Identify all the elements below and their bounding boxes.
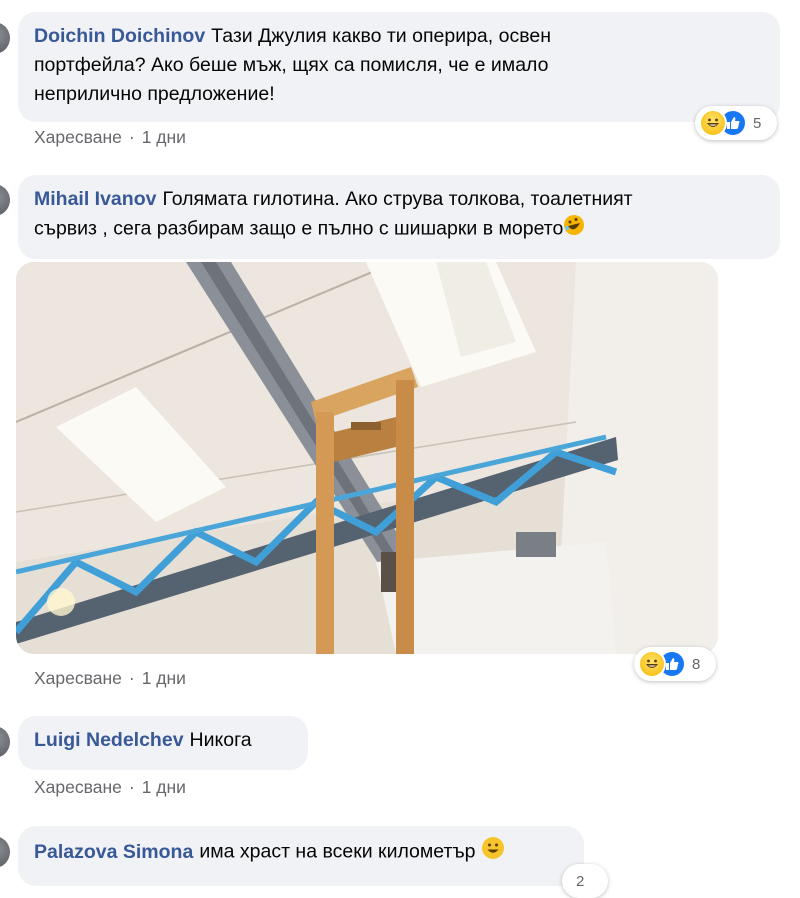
separator: · bbox=[128, 127, 135, 147]
avatar[interactable] bbox=[0, 184, 10, 216]
separator: · bbox=[128, 668, 135, 688]
comment-actions: Харесване · 1 дни bbox=[34, 777, 186, 798]
avatar[interactable] bbox=[0, 726, 10, 758]
comment-text: портфейла? Ако беше мъж, щях са помисля,… bbox=[34, 54, 549, 76]
reaction-summary[interactable]: 8 bbox=[634, 647, 716, 681]
comment-author[interactable]: Doichin Doichinov bbox=[34, 25, 205, 47]
separator: · bbox=[128, 777, 135, 797]
comment-actions: Харесване · 1 дни bbox=[34, 127, 186, 148]
comment-author[interactable]: Mihail Ivanov bbox=[34, 188, 156, 210]
reaction-count: 2 bbox=[576, 872, 585, 890]
reaction-summary[interactable]: 5 bbox=[695, 106, 777, 140]
comment-author[interactable]: Palazova Simona bbox=[34, 841, 193, 863]
comment-text: Голямата гилотина. Ако струва толкова, т… bbox=[162, 188, 633, 210]
comment-text: сървиз , сега разбирам защо е пълно с ши… bbox=[34, 217, 564, 240]
haha-icon bbox=[699, 109, 727, 137]
comment-text: има храст на всеки километър bbox=[199, 840, 476, 863]
rofl-emoji-icon bbox=[563, 214, 585, 245]
comment-time[interactable]: 1 дни bbox=[142, 127, 186, 147]
like-link[interactable]: Харесване bbox=[34, 777, 122, 797]
haha-icon bbox=[638, 650, 666, 678]
comment-text: Тази Джулия какво ти оперира, освен bbox=[211, 25, 551, 47]
reaction-count: 5 bbox=[753, 114, 762, 132]
comment-text: Никога bbox=[189, 729, 252, 751]
comment-bubble: Doichin Doichinov Тази Джулия какво ти оп… bbox=[18, 12, 780, 122]
like-link[interactable]: Харесване bbox=[34, 127, 122, 147]
smile-emoji-icon bbox=[481, 836, 505, 869]
comment-time[interactable]: 1 дни bbox=[142, 777, 186, 797]
reaction-summary[interactable]: 2 bbox=[562, 864, 608, 898]
comment-bubble: Luigi Nedelchev Никога bbox=[18, 716, 308, 770]
avatar[interactable] bbox=[0, 22, 10, 54]
reaction-count: 8 bbox=[692, 655, 701, 673]
comment-author[interactable]: Luigi Nedelchev bbox=[34, 729, 184, 751]
comment-actions: Харесване · 1 дни bbox=[34, 668, 186, 689]
like-link[interactable]: Харесване bbox=[34, 668, 122, 688]
comment-text: неприлично предложение! bbox=[34, 83, 275, 105]
comment-bubble: Palazova Simona има храст на всеки киломе… bbox=[18, 826, 584, 886]
avatar[interactable] bbox=[0, 836, 10, 868]
comment-bubble: Mihail Ivanov Голямата гилотина. Ако стру… bbox=[18, 175, 780, 259]
comment-time[interactable]: 1 дни bbox=[142, 668, 186, 688]
guillotine-photo[interactable] bbox=[16, 262, 718, 654]
